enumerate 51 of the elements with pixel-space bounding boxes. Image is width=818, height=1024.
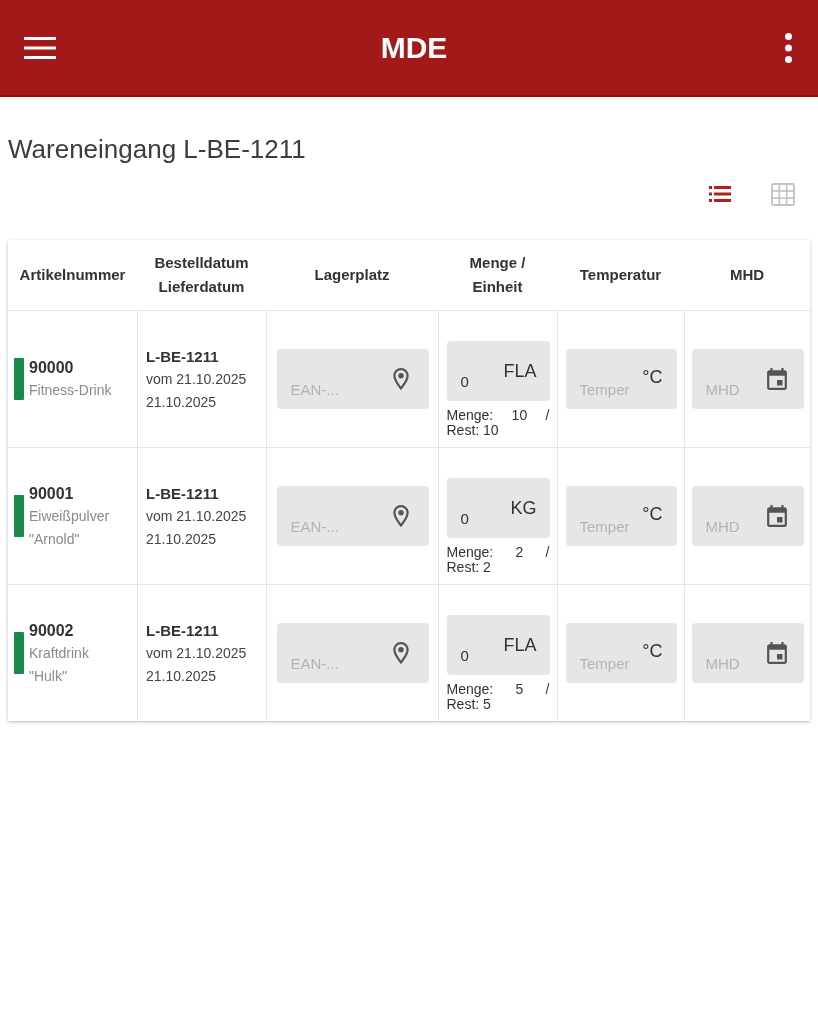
quantity-separator: / [545,682,550,697]
location-pin-icon [392,642,409,664]
calendar-icon [766,642,787,664]
article-number: 90002 [29,620,74,641]
unit-label: °C [642,503,663,525]
product-name: Eiweißpulver "Arnold" [29,506,111,549]
rest-quantity: Rest: 5 [446,697,491,712]
quantity-label: Menge: [446,545,494,560]
quantity-separator: / [545,545,550,560]
unit-label: KG [510,497,537,519]
column-header: Lagerplatz [314,265,390,285]
order-number: L-BE-1211 [146,620,219,641]
list-icon [709,186,731,202]
location-pin-icon [392,368,409,390]
grid-icon [771,182,795,206]
article-number: 90001 [29,483,74,504]
unit-label: FLA [503,634,537,656]
column-header: Artikelnummer [19,265,126,285]
unit-label: FLA [503,360,537,382]
ordered-quantity: 10 [511,408,528,423]
unit-label: °C [642,640,663,662]
calendar-icon [766,505,787,527]
quantity-separator: / [545,408,550,423]
unit-label: °C [642,366,663,388]
more-icon [784,32,792,63]
delivery-date: 21.10.2025 [146,392,217,412]
menu-icon [24,36,56,59]
calendar-icon [766,368,787,390]
order-number: L-BE-1211 [146,483,219,504]
ordered-quantity: 2 [515,545,524,560]
article-number: 90000 [29,358,74,378]
product-name: Fitness-Drink [29,381,112,400]
column-header: Temperatur [579,265,662,285]
column-header: Bestelldatum Lieferdatum [154,253,249,297]
delivery-date: 21.10.2025 [146,666,217,686]
order-date: vom 21.10.2025 [146,506,247,526]
quantity-label: Menge: [446,408,494,423]
ordered-quantity: 5 [515,682,524,697]
product-name: Kraftdrink "Hulk" [29,643,90,686]
order-date: vom 21.10.2025 [146,643,247,663]
app-title: MDE [380,29,448,66]
rest-quantity: Rest: 10 [446,423,499,438]
order-date: vom 21.10.2025 [146,369,247,389]
delivery-date: 21.10.2025 [146,529,217,549]
quantity-label: Menge: [446,682,494,697]
column-header: Menge / Einheit [469,253,526,297]
rest-quantity: Rest: 2 [446,560,491,575]
location-pin-icon [392,505,409,527]
column-header: MHD [729,265,765,285]
page-title: Wareneingang L-BE-1211 [8,133,306,165]
order-number: L-BE-1211 [146,346,219,367]
